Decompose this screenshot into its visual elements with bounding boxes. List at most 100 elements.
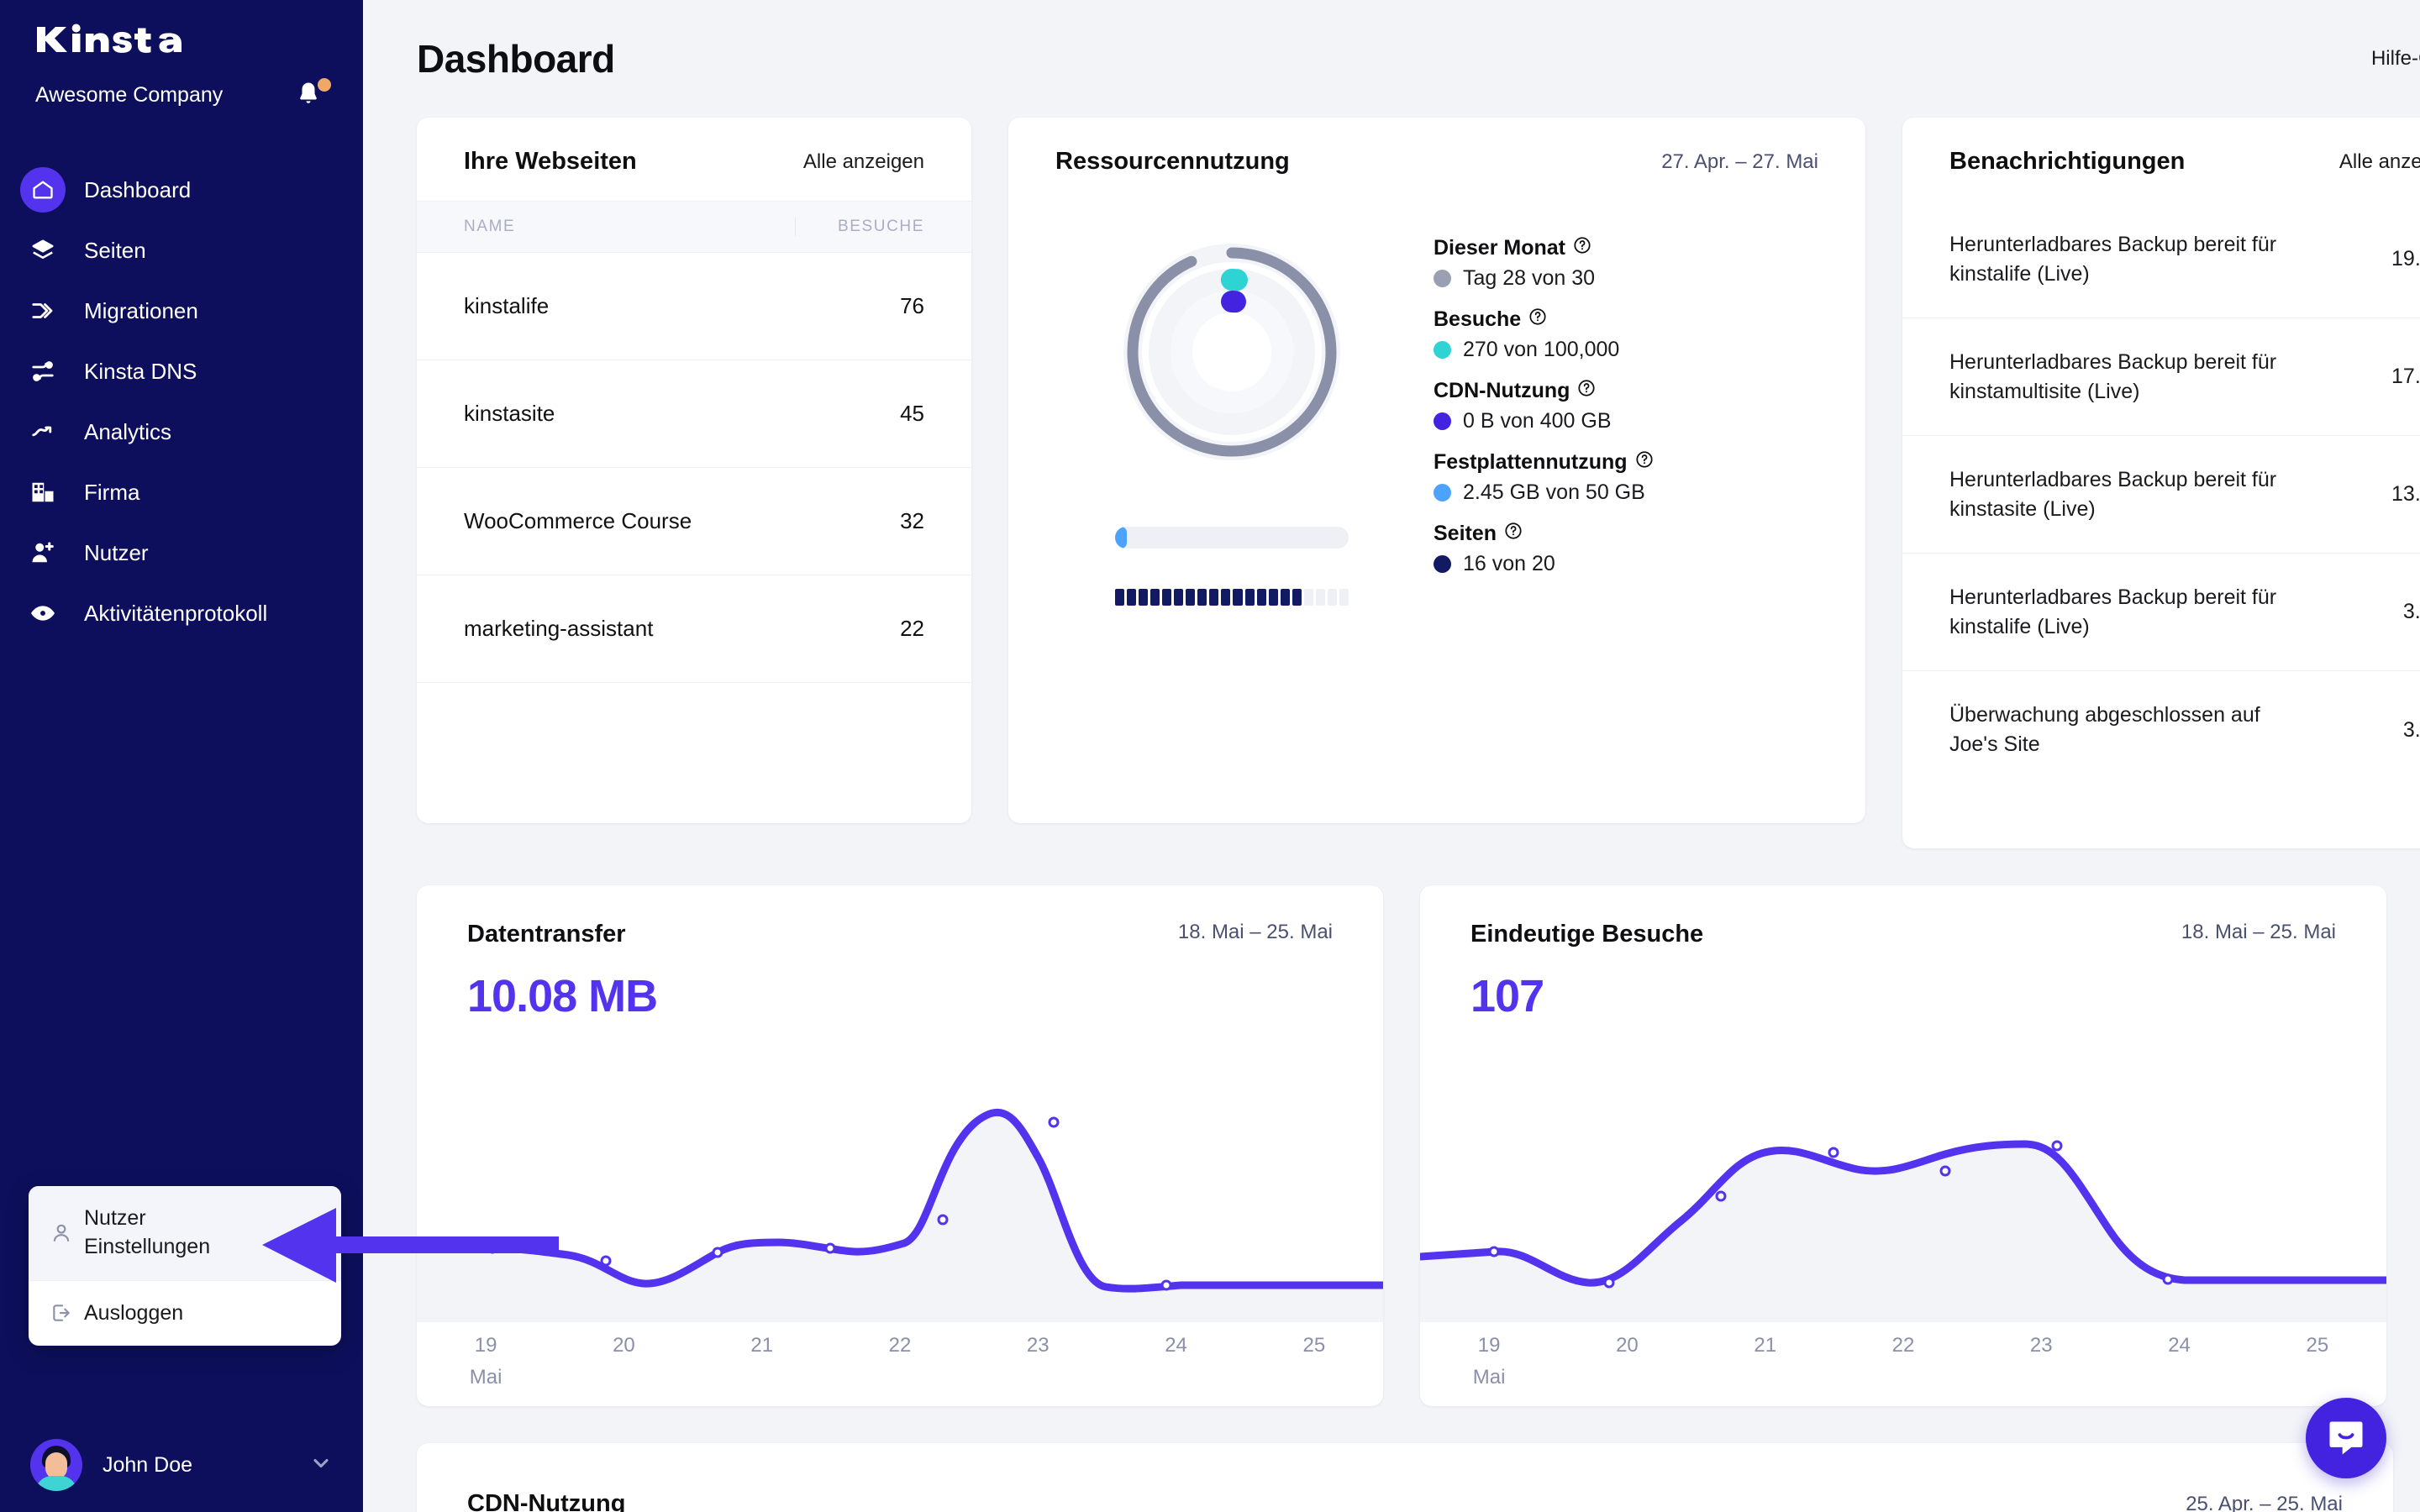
site-name: WooCommerce Course xyxy=(464,508,692,533)
axis-tick: 19 Mai xyxy=(1420,1334,1558,1389)
bell-icon[interactable] xyxy=(296,78,331,110)
metric-label-row: Festplattennutzung xyxy=(1434,450,1818,475)
sidebar-item-label: Kinsta DNS xyxy=(84,358,197,384)
datentransfer-card: Datentransfer 18. Mai – 25. Mai 10.08 MB xyxy=(417,885,1383,1406)
legend-dot xyxy=(1434,341,1451,359)
list-item[interactable]: Herunterladbares Backup bereit für kinst… xyxy=(1902,318,2420,436)
sidebar-item-dashboard[interactable]: Dashboard xyxy=(0,160,363,220)
sidebar-item-aktivitaetenprotokoll[interactable]: Aktivitätenprotokoll xyxy=(0,583,363,643)
chat-bubble-icon xyxy=(2329,1421,2363,1455)
notifications-card-title: Benachrichtigungen xyxy=(1949,148,2186,175)
user-menu-item-logout[interactable]: Ausloggen xyxy=(29,1281,341,1347)
sites-card: Ihre Webseiten Alle anzeigen NAME BESUCH… xyxy=(417,118,971,823)
company-row: Awesome Company xyxy=(35,78,331,110)
disk-usage-progress-fill xyxy=(1115,527,1127,549)
home-icon xyxy=(20,167,66,213)
metric-label-row: Besuche xyxy=(1434,307,1818,332)
datentransfer-head: Datentransfer 18. Mai – 25. Mai xyxy=(417,885,1383,948)
question-circle-icon[interactable] xyxy=(1577,379,1596,403)
question-circle-icon[interactable] xyxy=(1573,236,1591,260)
top-cards-row: Ihre Webseiten Alle anzeigen NAME BESUCH… xyxy=(417,118,2420,848)
chat-launcher-button[interactable] xyxy=(2306,1398,2386,1478)
kinsta-logo[interactable] xyxy=(35,22,182,66)
sidebar-item-label: Analytics xyxy=(84,418,172,444)
segment xyxy=(1233,589,1243,606)
datentransfer-title: Datentransfer xyxy=(467,921,626,948)
eye-icon xyxy=(20,591,66,636)
segment xyxy=(1139,589,1149,606)
axis-tick: 19 Mai xyxy=(417,1334,555,1389)
segment-empty xyxy=(1339,589,1349,606)
legend-dot xyxy=(1434,484,1451,501)
besuche-axis: 19 Mai 20 21 22 23 24 25 xyxy=(1420,1322,2386,1406)
notification-text: Herunterladbares Backup bereit für kinst… xyxy=(1949,467,2277,521)
topbar: Dashboard Hilfe-Center xyxy=(417,0,2420,118)
notification-date: 3. Mai xyxy=(2402,717,2420,742)
notifications-card-head: Benachrichtigungen Alle anzeigen xyxy=(1902,118,2420,201)
metric-group: Dieser Monat Tag 28 von 30 xyxy=(1434,236,1818,291)
user-menu-label-line2: Einstellungen xyxy=(84,1234,211,1258)
list-item[interactable]: Herunterladbares Backup bereit für kinst… xyxy=(1902,201,2420,318)
sidebar-user-bar[interactable]: John Doe xyxy=(0,1418,363,1512)
segment xyxy=(1256,589,1266,606)
axis-tick: 21 xyxy=(750,1334,774,1357)
table-row[interactable]: marketing-assistant 22 xyxy=(417,575,971,683)
axis-tick: 24 xyxy=(2168,1334,2191,1357)
sidebar-item-analytics[interactable]: Analytics xyxy=(0,402,363,462)
sidebar-nav: Dashboard Seiten Migrationen Kinsta DNS … xyxy=(0,160,363,643)
sites-card-head: Ihre Webseiten Alle anzeigen xyxy=(417,118,971,201)
question-circle-icon[interactable] xyxy=(1528,307,1547,332)
list-item[interactable]: Herunterladbares Backup bereit für kinst… xyxy=(1902,554,2420,671)
trend-up-icon xyxy=(20,409,66,454)
notification-text: Herunterladbares Backup bereit für kinst… xyxy=(1949,232,2277,286)
user-plus-icon xyxy=(20,530,66,575)
sidebar-item-nutzer[interactable]: Nutzer xyxy=(0,522,363,583)
sites-view-all-link[interactable]: Alle anzeigen xyxy=(803,150,924,174)
sidebar-item-kinsta-dns[interactable]: Kinsta DNS xyxy=(0,341,363,402)
legend-dot xyxy=(1434,412,1451,430)
building-icon xyxy=(20,470,66,515)
resources-visual xyxy=(1055,218,1408,606)
sidebar-item-label: Nutzer xyxy=(84,539,149,565)
disk-usage-progress-bar xyxy=(1115,527,1349,549)
site-visits: 32 xyxy=(900,508,924,533)
segment xyxy=(1186,589,1196,606)
migration-icon xyxy=(20,288,66,333)
metric-value-row: 270 von 100,000 xyxy=(1434,338,1818,362)
user-menu-item-settings[interactable]: Nutzer Einstellungen xyxy=(29,1186,341,1281)
page-title: Dashboard xyxy=(417,37,615,81)
site-name: marketing-assistant xyxy=(464,616,654,641)
notification-badge xyxy=(318,78,331,92)
sidebar-item-label: Firma xyxy=(84,479,140,505)
notifications-card: Benachrichtigungen Alle anzeigen Herunte… xyxy=(1902,118,2420,848)
chevron-down-icon[interactable] xyxy=(309,1452,333,1479)
sidebar-item-seiten[interactable]: Seiten xyxy=(0,220,363,281)
site-visits: 45 xyxy=(900,401,924,426)
notification-date: 13. Mai xyxy=(2391,482,2420,506)
list-item[interactable]: Überwachung abgeschlossen auf Joe's Site… xyxy=(1902,671,2420,789)
site-visits: 22 xyxy=(900,616,924,641)
besuche-head: Eindeutige Besuche 18. Mai – 25. Mai xyxy=(1420,885,2386,948)
axis-tick-label: 19 xyxy=(474,1334,497,1357)
segment xyxy=(1209,589,1219,606)
axis-tick: 22 xyxy=(1891,1334,1915,1357)
metric-value: 270 von 100,000 xyxy=(1463,338,1620,361)
table-row[interactable]: kinstalife 76 xyxy=(417,253,971,360)
list-item[interactable]: Herunterladbares Backup bereit für kinst… xyxy=(1902,436,2420,554)
table-row[interactable]: kinstasite 45 xyxy=(417,360,971,468)
question-circle-icon[interactable] xyxy=(1504,522,1523,546)
metric-value-row: Tag 28 von 30 xyxy=(1434,266,1818,291)
sidebar-item-migrationen[interactable]: Migrationen xyxy=(0,281,363,341)
sidebar-item-firma[interactable]: Firma xyxy=(0,462,363,522)
sites-card-title: Ihre Webseiten xyxy=(464,148,637,175)
notifications-view-all-link[interactable]: Alle anzeigen xyxy=(2339,150,2420,174)
axis-tick: 24 xyxy=(1165,1334,1187,1357)
question-circle-icon[interactable] xyxy=(1635,450,1654,475)
axis-tick: 23 xyxy=(1026,1334,1050,1357)
metric-value-row: 16 von 20 xyxy=(1434,552,1818,576)
help-center-link[interactable]: Hilfe-Center xyxy=(2371,46,2420,72)
table-row[interactable]: WooCommerce Course 32 xyxy=(417,468,971,575)
site-name: kinstasite xyxy=(464,401,555,426)
person-icon xyxy=(50,1222,84,1244)
datentransfer-value: 10.08 MB xyxy=(467,971,658,1021)
